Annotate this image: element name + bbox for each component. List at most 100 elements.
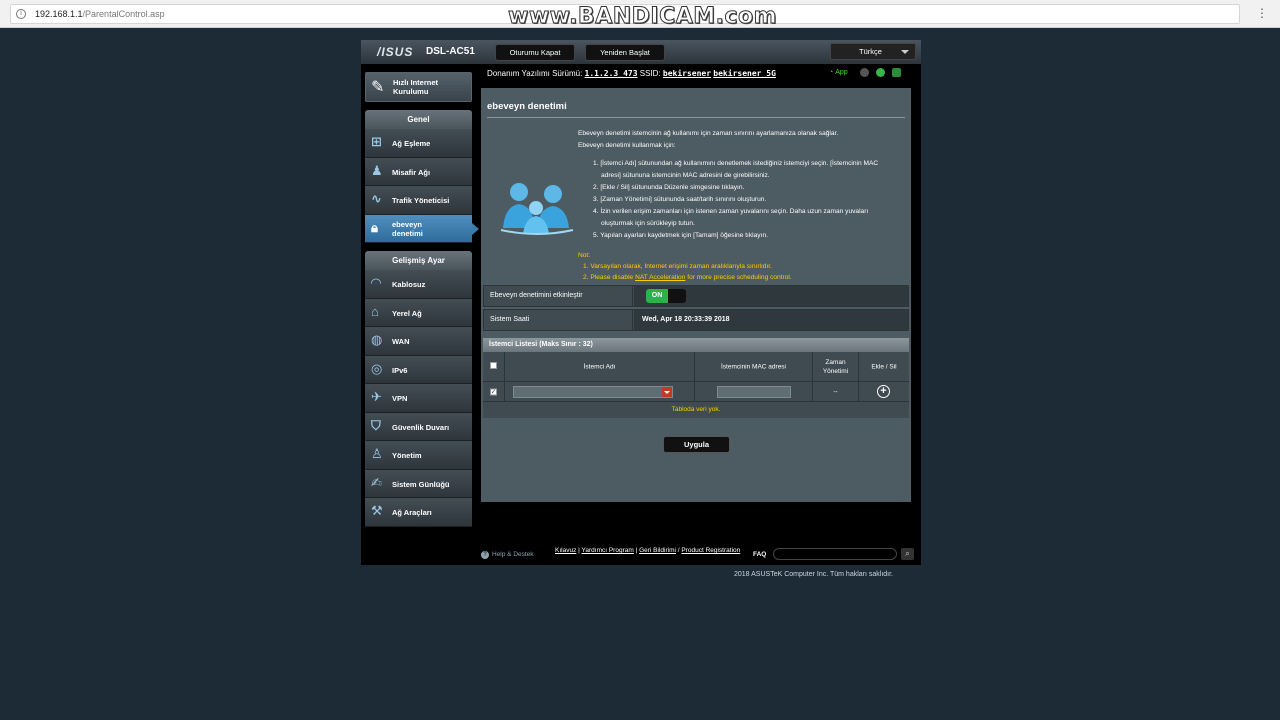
asus-logo: /ISUS [377, 45, 414, 59]
sidebar-item-wan[interactable]: ◍ WAN [365, 327, 472, 356]
dropdown-arrow-icon [662, 387, 672, 397]
toggle-knob [668, 289, 686, 303]
toggle-on-label: ON [646, 289, 668, 303]
no-data-message: Tabloda veri yok. [483, 402, 909, 418]
sidebar-item-system-log[interactable]: ✍ Sistem Günlüğü [365, 469, 472, 498]
title-divider [487, 117, 905, 118]
vpn-icon: ✈ [371, 389, 382, 404]
advanced-menu: ◠ Kablosuz ⌂ Yerel Ağ ◍ WAN ◎ IPv6 ✈ VPN… [365, 270, 472, 527]
column-mac-address: İstemcinin MAC adresi [720, 363, 787, 370]
page-title: ebeveyn denetimi [487, 101, 567, 112]
nat-acceleration-link[interactable]: NAT Acceleration [635, 274, 685, 281]
ssid-5g-link[interactable]: bekirsener_5G [713, 69, 776, 78]
status-icons: ◔ App [829, 68, 906, 77]
sidebar-item-network-map[interactable]: ⊞ Ağ Eşleme [365, 129, 472, 158]
globe-icon: ◍ [371, 332, 383, 347]
time-management-value: -- [833, 388, 838, 395]
system-time-label: Sistem Saati [490, 316, 530, 323]
apply-button[interactable]: Uygula [663, 436, 730, 453]
description: Ebeveyn denetimi istemcinin ağ kullanımı… [578, 128, 898, 242]
url-path: /ParentalControl.asp [82, 9, 165, 19]
sidebar-item-parental-control[interactable]: 🔒︎ ebeveyn denetimi [365, 214, 479, 243]
sidebar-item-firewall[interactable]: ⛉ Güvenlik Duvarı [365, 412, 472, 441]
guest-network-icon: ♟ [371, 162, 383, 178]
quick-internet-setup[interactable]: ✎ Hızlı Internet Kurulumu [365, 72, 472, 102]
reboot-button[interactable]: Yeniden Başlat [585, 44, 665, 61]
lock-icon: 🔒︎ [371, 219, 378, 235]
wireless-icon: ◠ [371, 275, 381, 290]
chevron-down-icon [901, 50, 909, 54]
sidebar-item-vpn[interactable]: ✈ VPN [365, 384, 472, 413]
firmware-label: Donanım Yazılımı Sürümü: [487, 69, 583, 78]
network-map-icon: ⊞ [371, 134, 382, 149]
router-model: DSL-AC51 [426, 46, 475, 57]
system-time-value: Wed, Apr 18 20:33:39 2018 [642, 316, 730, 323]
lan-home-icon: ⌂ [371, 303, 379, 319]
faq-search-input[interactable] [773, 548, 897, 560]
sidebar-item-network-tools[interactable]: ⚒ Ağ Araçları [365, 498, 472, 527]
parental-control-toggle[interactable]: ON [646, 289, 686, 303]
step-1: 1. [İstemci Adı] sütunundan ağ kullanımı… [593, 160, 879, 179]
system-log-icon: ✍ [371, 474, 382, 490]
help-support: ? Help & Destek [481, 551, 534, 559]
wifi-app-status[interactable]: ◔ App [829, 69, 853, 76]
enable-label: Ebeveyn denetimini etkinleştir [490, 292, 583, 299]
internet-status-icon[interactable] [875, 68, 885, 77]
sidebar-item-wireless[interactable]: ◠ Kablosuz [365, 270, 472, 299]
router-top-bar: /ISUS DSL-AC51 Oturumu Kapat Yeniden Baş… [361, 40, 921, 64]
note-block: Not: 1. Varsayılan olarak, Internet eriş… [578, 250, 898, 283]
step-5: 5. Yapılan ayarları kaydetmek için [Tama… [593, 232, 768, 239]
logout-button[interactable]: Oturumu Kapat [495, 44, 575, 61]
client-list-title: İstemci Listesi (Maks Sınır : 32) [483, 338, 909, 352]
user-admin-icon: ♙ [371, 446, 383, 461]
table-row: ✓ -- + [483, 382, 909, 402]
note-label: Not: [578, 252, 591, 259]
client-list-table: İstemci Listesi (Maks Sınır : 32) İstemc… [483, 338, 909, 418]
help-icon: ? [481, 551, 489, 559]
add-client-icon[interactable]: + [877, 385, 890, 398]
copyright: 2018 ASUSTeK Computer Inc. Tüm hakları s… [734, 571, 894, 578]
advanced-section-header: Gelişmiş Ayar [365, 251, 472, 270]
note-1: 1. Varsayılan olarak, Internet erişimi z… [583, 263, 772, 270]
shield-icon: ⛉ [371, 417, 381, 433]
note-2: 2. Please disable NAT Acceleration for m… [583, 274, 792, 281]
tools-icon: ⚒ [371, 503, 383, 518]
mac-address-input[interactable] [717, 386, 791, 398]
menu-dots-icon[interactable]: ⋮ [1256, 6, 1268, 20]
row-checkbox[interactable]: ✓ [490, 388, 497, 395]
language-value: Türkçe [859, 47, 882, 56]
sidebar-item-administration[interactable]: ♙ Yönetim [365, 441, 472, 470]
sidebar-item-lan[interactable]: ⌂ Yerel Ağ [365, 298, 472, 327]
client-status-icon[interactable] [891, 68, 901, 77]
intro-text-1: Ebeveyn denetimi istemcinin ağ kullanımı… [578, 130, 839, 137]
manual-link[interactable]: Kılavuz [555, 547, 576, 554]
feedback-link[interactable]: Geri Bildirimi [639, 547, 676, 554]
system-time-row: Sistem Saati Wed, Apr 18 20:33:39 2018 [483, 309, 909, 331]
sidebar-item-guest-network[interactable]: ♟ Misafir Ağı [365, 157, 472, 186]
faq-label: FAQ [753, 551, 767, 558]
recording-watermark: www.BANDICAM.com [507, 4, 778, 30]
firmware-version-link[interactable]: 1.1.2.3_473 [585, 69, 638, 78]
utility-link[interactable]: Yardımcı Program [582, 547, 634, 554]
client-name-select[interactable] [513, 386, 673, 398]
usb-status-icon[interactable] [859, 68, 869, 77]
sidebar-item-traffic-manager[interactable]: ∿ Trafik Yöneticisi [365, 186, 472, 215]
product-registration-link[interactable]: Product Registration [681, 547, 740, 554]
search-icon[interactable]: ⌕ [901, 548, 914, 560]
sidebar-item-ipv6[interactable]: ◎ IPv6 [365, 355, 472, 384]
table-header: İstemci Adı İstemcinin MAC adresi Zaman … [483, 352, 909, 382]
general-section-header: Genel [365, 110, 472, 129]
general-menu: ⊞ Ağ Eşleme ♟ Misafir Ağı ∿ Trafik Yönet… [365, 129, 479, 243]
ssid-24g-link[interactable]: bekirsener [663, 69, 711, 78]
ipv6-globe-icon: ◎ [371, 360, 383, 376]
traffic-manager-icon: ∿ [371, 191, 382, 206]
url-host: 192.168.1.1 [35, 9, 83, 19]
footer: ? Help & Destek Kılavuz | Yardımcı Progra… [481, 545, 921, 565]
step-4: 4. İzin verilen erişim zamanları için is… [593, 208, 869, 227]
info-icon[interactable]: i [16, 9, 26, 19]
intro-text-2: Ebeveyn denetimi kullanmak için: [578, 142, 676, 149]
language-select[interactable]: Türkçe [830, 43, 916, 60]
step-3: 3. [Zaman Yönetimi] sütununda saat/tarih… [593, 196, 767, 203]
select-all-checkbox[interactable] [490, 361, 497, 369]
router-frame: /ISUS DSL-AC51 Oturumu Kapat Yeniden Baş… [361, 40, 921, 565]
